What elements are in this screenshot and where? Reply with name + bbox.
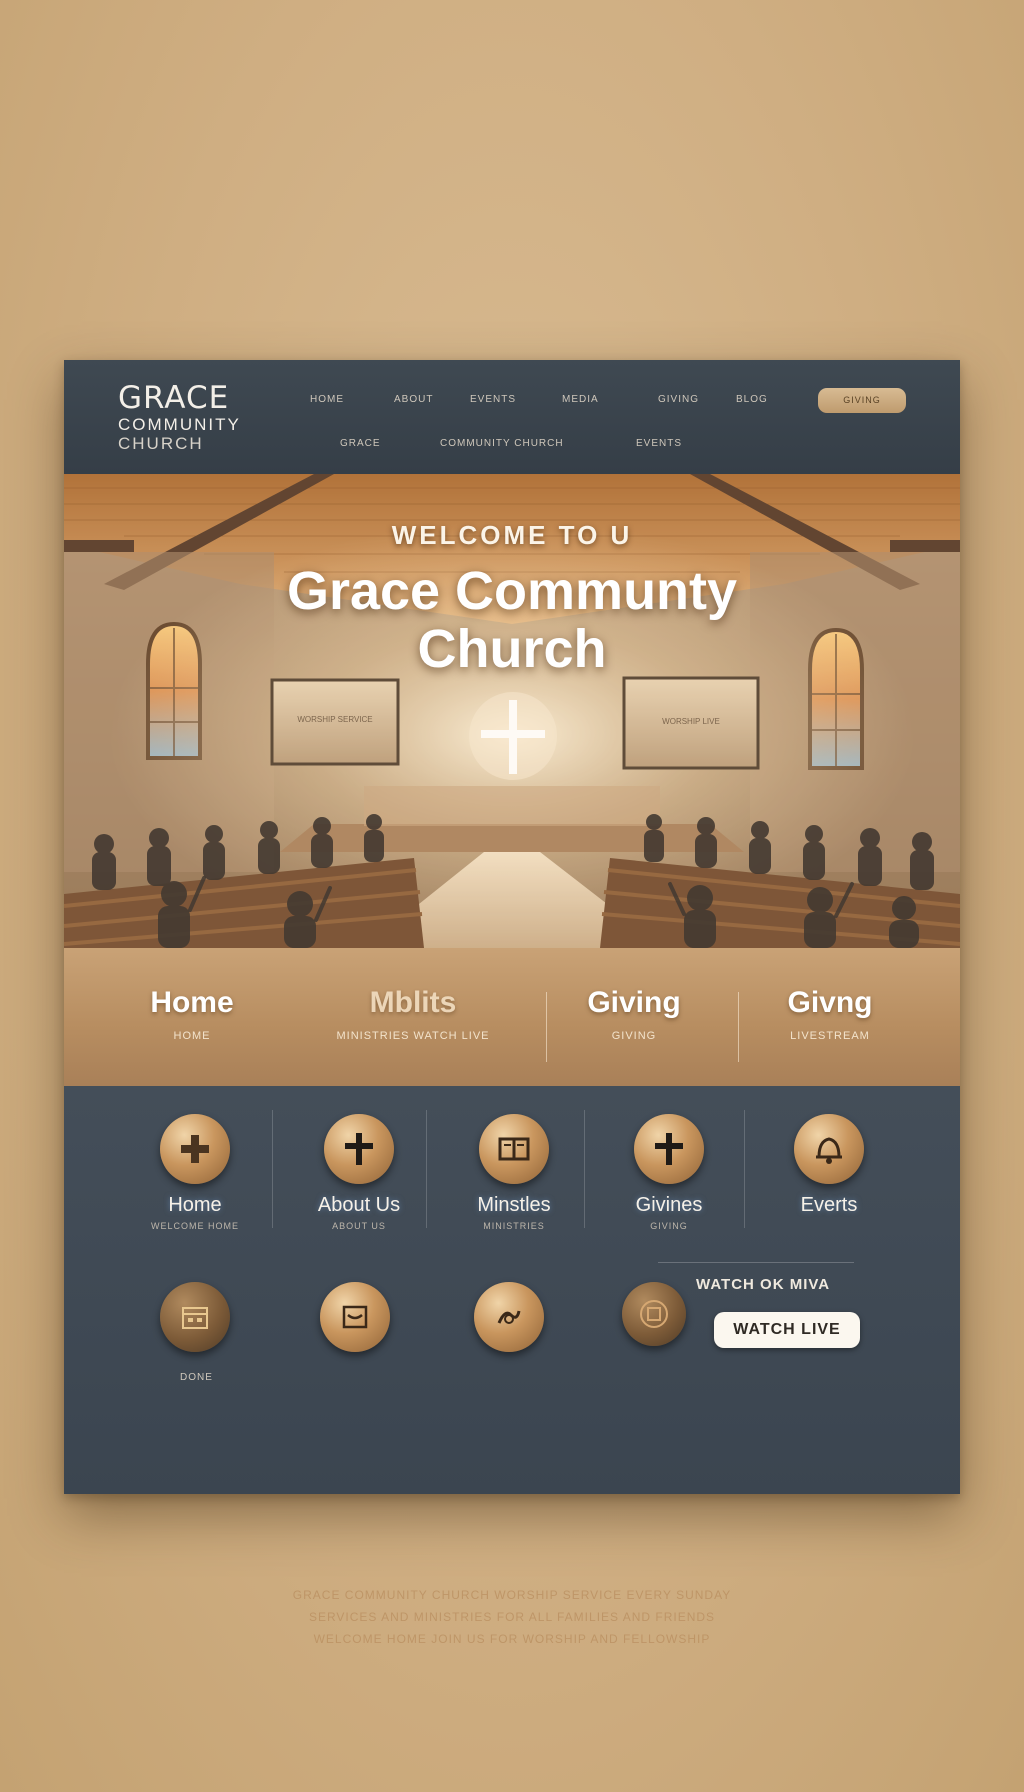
panel-divider <box>744 1110 745 1228</box>
quick-link-messages[interactable] <box>300 1282 410 1352</box>
secondary-nav-item[interactable]: GRACE <box>340 438 381 449</box>
band-item-label: Givng <box>787 986 873 1019</box>
quick-link-about[interactable]: About Us ABOUT US <box>284 1114 434 1231</box>
band-divider <box>738 992 739 1062</box>
band-item-sub: MINISTRIES WATCH LIVE <box>336 1030 490 1042</box>
giving-button[interactable]: GIVING <box>818 388 906 413</box>
quick-links-panel: Home WELCOME HOME About Us ABOUT US Mins… <box>64 1086 960 1494</box>
band-item-giving[interactable]: Giving GIVING <box>564 986 704 1042</box>
site-header: GRACE COMMUNITY CHURCH HOME ABOUT EVENTS… <box>64 360 960 474</box>
footer-line: SERVICES AND MINISTRIES FOR ALL FAMILIES… <box>308 1610 716 1624</box>
logo-line-church: CHURCH <box>118 434 204 453</box>
quick-link-home[interactable]: Home WELCOME HOME <box>130 1114 260 1231</box>
quick-link-sub: GIVING <box>650 1221 688 1231</box>
top-nav-item[interactable]: HOME <box>310 394 344 405</box>
quick-link-sub: MINISTRIES <box>483 1221 545 1231</box>
hero-title: Grace Communty Church <box>64 562 960 678</box>
cross-icon <box>634 1114 704 1184</box>
top-nav-item[interactable]: EVENTS <box>470 394 516 405</box>
band-item-sub: HOME <box>173 1030 211 1042</box>
main-nav-band: Home HOME Mblits MINISTRIES WATCH LIVE G… <box>64 948 960 1086</box>
band-item-ministries[interactable]: Mblits MINISTRIES WATCH LIVE <box>300 986 526 1042</box>
quick-link-sub: ABOUT US <box>332 1221 386 1231</box>
watch-caption: WATCH OK MIVA <box>696 1276 831 1293</box>
cross-icon <box>324 1114 394 1184</box>
hero-kicker: WELCOME TO U <box>391 520 633 550</box>
quick-link-sub: WELCOME HOME <box>150 1221 239 1231</box>
quick-link-events[interactable]: Everts <box>754 1114 904 1221</box>
panel-divider <box>426 1110 427 1228</box>
band-divider <box>546 992 547 1062</box>
quick-link-giving[interactable]: Givines GIVING <box>594 1114 744 1231</box>
quick-link-emblem[interactable] <box>604 1282 704 1346</box>
band-item-label: Mblits <box>369 986 457 1019</box>
plus-icon <box>160 1114 230 1184</box>
quick-link-ministries[interactable]: Minstles MINISTRIES <box>439 1114 589 1231</box>
footer-line: GRACE COMMUNITY CHURCH WORSHIP SERVICE E… <box>292 1588 732 1602</box>
panel-rule <box>658 1262 854 1263</box>
calendar-icon <box>160 1282 230 1352</box>
page-footer: GRACE COMMUNITY CHURCH WORSHIP SERVICE E… <box>0 1584 1024 1650</box>
quick-link-label: Home <box>168 1194 222 1216</box>
band-item-home[interactable]: Home HOME <box>142 986 242 1042</box>
top-nav: HOME ABOUT EVENTS MEDIA GIVING BLOG <box>310 394 767 408</box>
logo-line-grace: GRACE <box>118 380 230 416</box>
bell-icon <box>794 1114 864 1184</box>
watch-live-button[interactable]: WATCH LIVE <box>714 1312 860 1348</box>
emblem-icon <box>622 1282 686 1346</box>
church-logo[interactable]: GRACE COMMUNITY CHURCH <box>118 380 241 454</box>
top-nav-item[interactable]: MEDIA <box>562 394 599 405</box>
quick-link-label: About Us <box>317 1194 401 1216</box>
message-icon <box>320 1282 390 1352</box>
church-homepage-card: GRACE COMMUNITY CHURCH HOME ABOUT EVENTS… <box>64 360 960 1494</box>
book-icon <box>479 1114 549 1184</box>
quick-link-prayer[interactable] <box>454 1282 564 1352</box>
band-item-sub: GIVING <box>611 1030 657 1042</box>
top-nav-item[interactable]: ABOUT <box>394 394 433 405</box>
quick-link-calendar[interactable]: DONE <box>130 1282 260 1383</box>
hero-title-line2: Church <box>417 619 607 679</box>
logo-line-community: COMMUNITY <box>118 415 241 434</box>
band-item-sub: LIVESTREAM <box>790 1030 870 1042</box>
hero-banner: WORSHIP SERVICE WORSHIP LIVE WELCOME TO … <box>64 474 960 948</box>
hero-title-line1: Grace Communty <box>286 561 738 621</box>
band-item-livestream[interactable]: Givng LIVESTREAM <box>760 986 900 1042</box>
quick-link-label: Minstles <box>477 1194 551 1216</box>
band-item-label: Home <box>150 986 234 1019</box>
band-item-label: Giving <box>587 986 681 1019</box>
panel-divider <box>584 1110 585 1228</box>
secondary-nav-item[interactable]: EVENTS <box>636 438 682 449</box>
top-nav-item[interactable]: BLOG <box>736 394 768 405</box>
footer-line: WELCOME HOME JOIN US FOR WORSHIP AND FEL… <box>313 1632 711 1646</box>
secondary-nav-item[interactable]: COMMUNITY CHURCH <box>440 438 564 449</box>
quick-link-label: Everts <box>800 1194 858 1216</box>
panel-divider <box>272 1110 273 1228</box>
hands-icon <box>474 1282 544 1352</box>
quick-link-label: Givines <box>635 1194 703 1216</box>
secondary-nav: GRACE COMMUNITY CHURCH EVENTS <box>340 438 700 452</box>
top-nav-item[interactable]: GIVING <box>658 394 699 405</box>
quick-link-label: DONE <box>180 1372 213 1383</box>
